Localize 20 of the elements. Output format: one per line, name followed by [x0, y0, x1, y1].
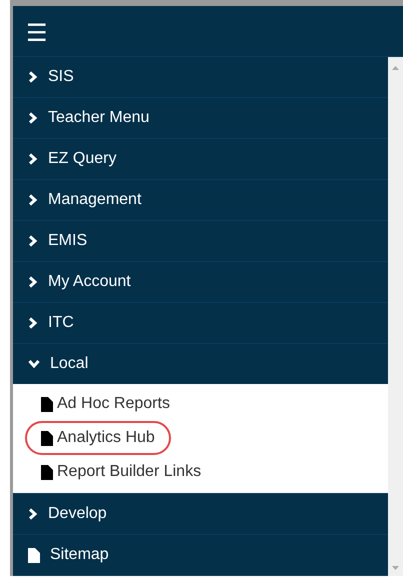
menu-item[interactable]: EZ Query	[13, 139, 388, 179]
menu-item[interactable]: Local	[13, 344, 388, 384]
menu-item[interactable]: Teacher Menu	[13, 98, 388, 138]
menu-item[interactable]: My Account	[13, 262, 388, 302]
nav-link[interactable]: Sitemap	[13, 535, 388, 575]
menu-item[interactable]: Management	[13, 180, 388, 220]
submenu-link[interactable]: Analytics Hub	[25, 421, 171, 455]
menu-button[interactable]: ☰	[26, 23, 48, 43]
submenu-link[interactable]: Report Builder Links	[25, 455, 218, 489]
menu-item[interactable]: SIS	[13, 57, 388, 97]
menu-item[interactable]: EMIS	[13, 221, 388, 261]
menu-item[interactable]: ITC	[13, 303, 388, 343]
document-icon	[41, 396, 53, 412]
scroll-up-icon[interactable]	[392, 66, 399, 70]
scroll-down-icon[interactable]	[392, 566, 399, 570]
menu-item[interactable]: Develop	[13, 494, 388, 534]
document-icon	[41, 464, 53, 480]
document-icon	[28, 548, 40, 562]
submenu-link[interactable]: Ad Hoc Reports	[25, 387, 186, 421]
document-icon	[41, 430, 53, 446]
